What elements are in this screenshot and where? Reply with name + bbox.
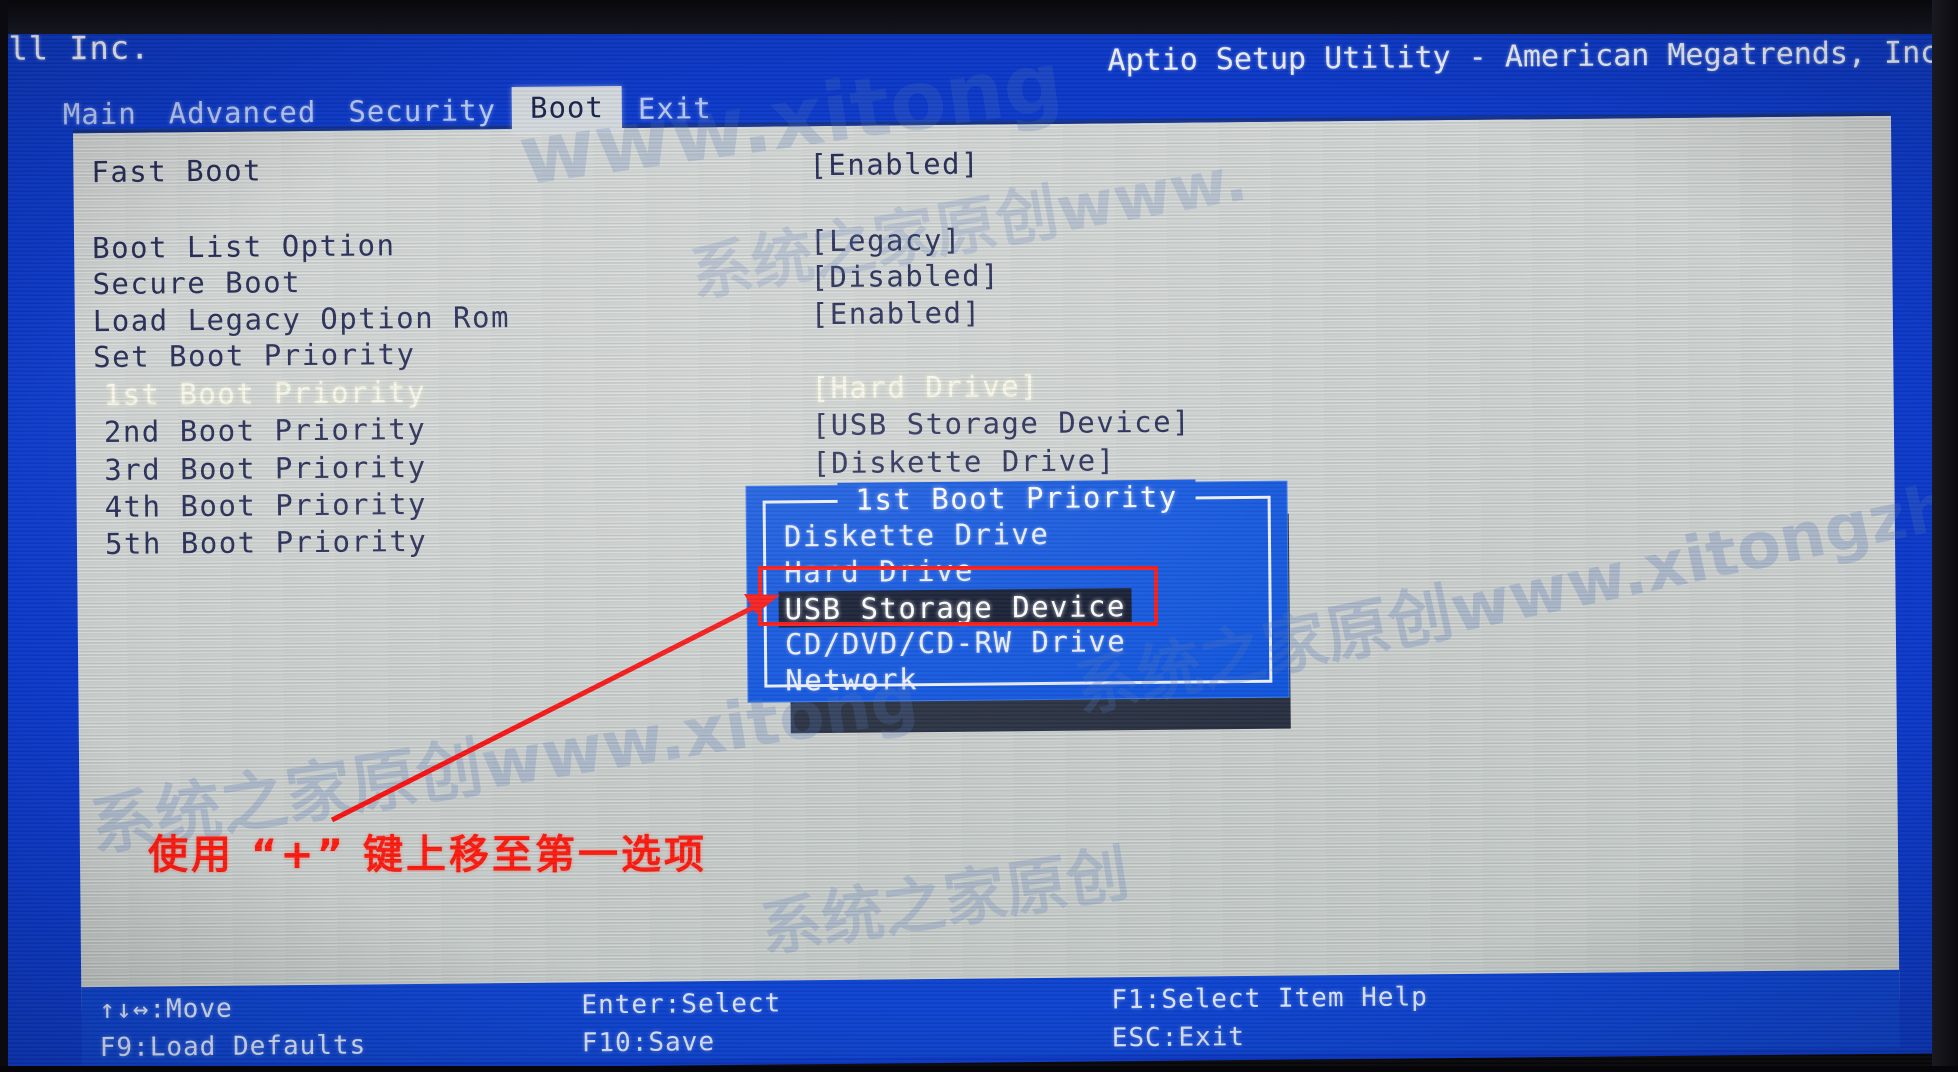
- setting-value[interactable]: [Legacy]: [810, 223, 962, 258]
- monitor-bezel-right: [1932, 0, 1958, 1072]
- setting-label: Secure Boot: [92, 265, 302, 302]
- tab-advanced[interactable]: Advanced: [153, 93, 333, 137]
- popup-title: 1st Boot Priority: [765, 479, 1267, 518]
- popup-option[interactable]: CD/DVD/CD-RW Drive: [785, 624, 1127, 661]
- help-bar: ↑↓↔:Move Enter:Select F1:Select Item Help F…: [81, 969, 1900, 1066]
- setting-value[interactable]: [Diskette Drive]: [812, 443, 1116, 480]
- help-key: F1:Select Item Help: [1111, 982, 1428, 1016]
- monitor-bezel-left: [0, 0, 8, 1072]
- annotation-red-box: [758, 566, 1158, 626]
- setting-label: Boot List Option: [91, 228, 396, 266]
- setting-label: 1st Boot Priority: [103, 374, 427, 412]
- setting-label: Fast Boot: [91, 153, 263, 190]
- setting-value[interactable]: [Enabled]: [809, 147, 980, 183]
- popup-title-text: 1st Boot Priority: [837, 479, 1196, 517]
- setting-value[interactable]: [Disabled]: [810, 258, 1000, 294]
- utility-title: Aptio Setup Utility - American Megatrend…: [1107, 35, 1957, 79]
- setting-label: 3rd Boot Priority: [104, 449, 427, 487]
- monitor-bezel-bottom: [0, 1066, 1958, 1072]
- bios-screen: ell Inc. Aptio Setup Utility - American …: [0, 7, 1958, 1072]
- setting-label: Load Legacy Option Rom: [92, 300, 511, 339]
- popup-option[interactable]: Diskette Drive: [784, 517, 1050, 554]
- tab-boot[interactable]: Boot: [511, 85, 623, 134]
- setting-value[interactable]: [USB Storage Device]: [812, 405, 1192, 443]
- menu-tab-bar[interactable]: Main Advanced Security Boot Exit: [47, 85, 728, 138]
- popup-option[interactable]: Network: [785, 662, 918, 697]
- help-key: F9:Load Defaults: [99, 1030, 367, 1064]
- setting-row[interactable]: Fast Boot [Enabled]: [73, 138, 1891, 190]
- tab-exit[interactable]: Exit: [622, 89, 728, 132]
- help-key: Enter:Select: [581, 988, 782, 1021]
- monitor-bezel-top: [0, 0, 1958, 34]
- setting-label: 2nd Boot Priority: [103, 411, 427, 449]
- help-key: F10:Save: [581, 1027, 716, 1059]
- tab-main[interactable]: Main: [47, 94, 153, 137]
- help-key: ESC:Exit: [1111, 1022, 1246, 1054]
- tab-security[interactable]: Security: [332, 91, 512, 135]
- bios-photo: ell Inc. Aptio Setup Utility - American …: [0, 0, 1958, 1072]
- setting-label: 5th Boot Priority: [104, 523, 428, 561]
- help-key: ↑↓↔:Move: [99, 993, 233, 1026]
- setting-value[interactable]: [Hard Drive]: [811, 369, 1039, 405]
- annotation-chinese-note: 使用 “+” 键上移至第一选项: [148, 832, 707, 878]
- vendor-label: ell Inc.: [0, 28, 151, 69]
- setting-label: 4th Boot Priority: [104, 486, 428, 524]
- setting-value[interactable]: [Enabled]: [811, 296, 982, 332]
- setting-label: Set Boot Priority: [93, 336, 416, 375]
